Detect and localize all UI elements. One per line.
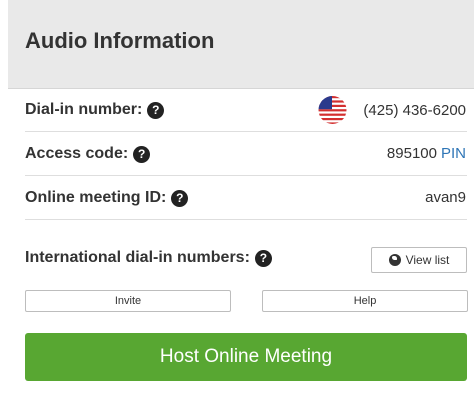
dial-in-number: (425) 436-6200 [363, 101, 466, 119]
access-code-label-wrap: Access code: ? [25, 145, 151, 163]
invite-label: Invite [114, 295, 142, 307]
access-code-value: 895100 [386, 145, 437, 162]
dial-in-label-wrap: Dial-in number: ? [25, 101, 165, 119]
host-online-meeting-button[interactable]: Host Online Meeting [25, 333, 467, 381]
access-code-row: Access code: ? 895100 PIN [25, 135, 467, 176]
panel-title: Audio Information [25, 28, 215, 53]
help-icon[interactable]: ? [171, 189, 189, 207]
dial-in-label: Dial-in number: [25, 101, 143, 118]
help-label: Help [353, 295, 377, 307]
meeting-id-value-wrap: avan9 [425, 189, 466, 206]
access-code-value-wrap: 895100 PIN [387, 145, 466, 162]
dial-in-value-wrap: (425) 436-6200 [318, 96, 466, 124]
us-flag-icon [318, 96, 347, 124]
help-button[interactable]: Help [262, 290, 468, 312]
invite-button[interactable]: Invite [25, 290, 231, 312]
help-icon[interactable]: ? [133, 145, 151, 163]
international-label: International dial-in numbers: [25, 249, 250, 266]
access-code-label: Access code: [25, 145, 129, 162]
help-icon[interactable]: ? [254, 249, 272, 267]
panel-header: Audio Information [8, 0, 474, 89]
international-label-wrap: International dial-in numbers: ? [25, 249, 272, 267]
international-row: International dial-in numbers: ? View li… [25, 244, 467, 274]
view-list-button[interactable]: View list [371, 247, 467, 273]
pin-link[interactable]: PIN [441, 145, 466, 162]
dial-in-row: Dial-in number: ? (425) 436-6200 [25, 91, 467, 132]
meeting-id-label: Online meeting ID: [25, 189, 167, 206]
meeting-id-row: Online meeting ID: ? avan9 [25, 179, 467, 220]
globe-icon [388, 254, 401, 266]
help-icon[interactable]: ? [147, 101, 165, 119]
audio-information-panel: Audio Information Dial-in number: ? (425… [8, 0, 474, 397]
view-list-label: View list [405, 253, 450, 267]
host-online-meeting-label: Host Online Meeting [159, 346, 333, 367]
meeting-id-value: avan9 [425, 189, 466, 206]
meeting-id-label-wrap: Online meeting ID: ? [25, 189, 189, 207]
